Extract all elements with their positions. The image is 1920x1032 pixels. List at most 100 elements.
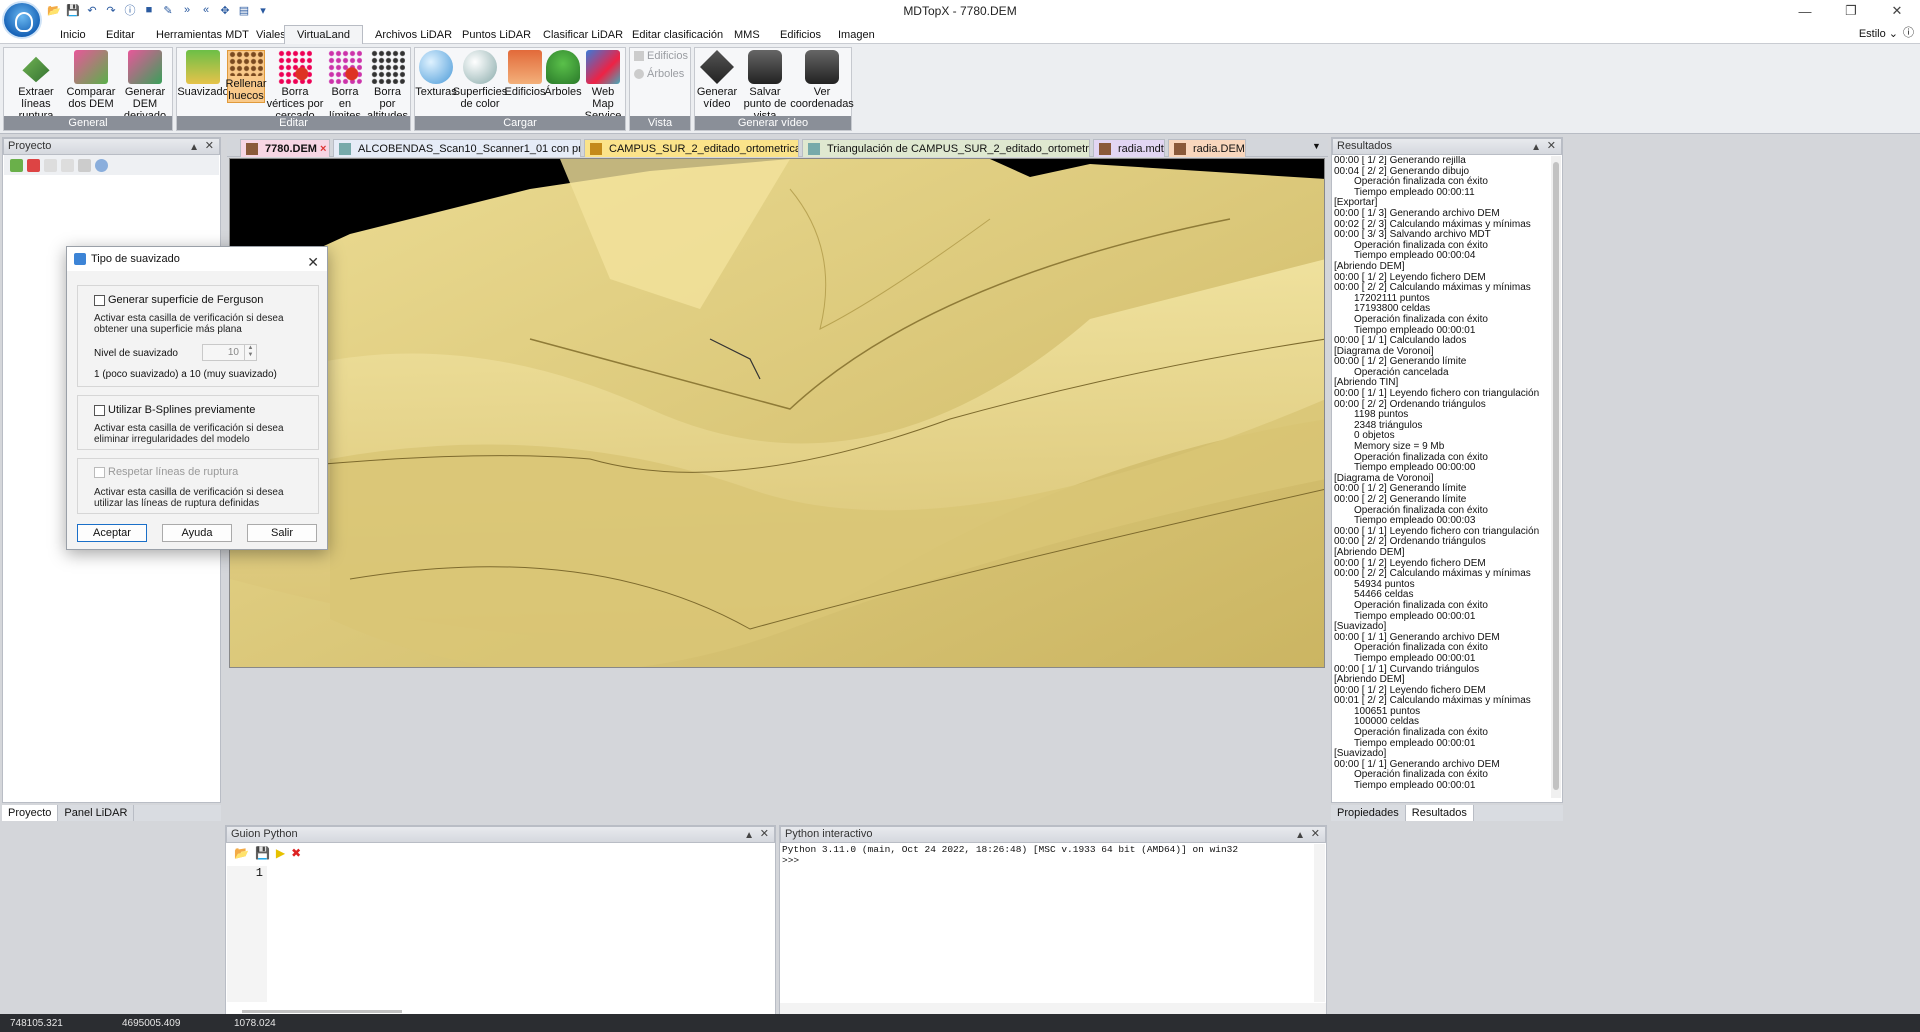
window-icon[interactable] <box>78 158 91 172</box>
left-bottom-tabs: Proyecto Panel LiDAR <box>2 805 221 821</box>
minimize-icon[interactable]: — <box>1782 0 1828 22</box>
tab-editar-clasificaci-n[interactable]: Editar clasificación <box>620 25 735 44</box>
open-folder-icon[interactable]: 📂 <box>234 846 249 860</box>
chevron-down-icon: ⌄ <box>1888 28 1898 40</box>
tab-resultados[interactable]: Resultados <box>1405 805 1474 821</box>
load-buildings-button[interactable]: Edificios <box>505 50 545 98</box>
results-scrollbar[interactable] <box>1551 156 1561 798</box>
tabs-dropdown-icon[interactable]: ▼ <box>1312 141 1321 151</box>
accept-button[interactable]: Aceptar <box>77 524 147 542</box>
tab-puntos-lidar[interactable]: Puntos LiDAR <box>450 25 543 44</box>
horizontal-scrollbar[interactable] <box>242 1010 402 1013</box>
save-icon[interactable]: 💾 <box>255 846 270 860</box>
group-label: Editar <box>177 116 410 130</box>
ferguson-checkbox[interactable] <box>94 295 105 306</box>
scroll-thumb[interactable] <box>1553 162 1559 790</box>
tab-editar[interactable]: Editar <box>94 25 147 44</box>
rupture-description: Activar esta casilla de verificación si … <box>94 487 284 509</box>
close-icon[interactable]: ✕ <box>1311 827 1320 842</box>
tab-proyecto[interactable]: Proyecto <box>2 805 59 821</box>
project-toolbar <box>4 155 219 175</box>
info-icon[interactable] <box>95 158 108 172</box>
line-number: 1 <box>255 866 263 880</box>
delete-by-altitude-button[interactable]: Borra por altitudes <box>365 50 410 122</box>
rupture-checkbox[interactable] <box>94 467 105 478</box>
document-tab[interactable]: radia.DEM <box>1168 139 1246 157</box>
document-tab-label: radia.DEM <box>1193 143 1245 155</box>
fill-holes-button[interactable]: Rellenar huecos <box>226 50 266 103</box>
bulb-icon[interactable] <box>44 158 57 172</box>
close-icon[interactable]: ✕ <box>205 139 214 154</box>
load-trees-button[interactable]: Árboles <box>544 50 582 98</box>
pin-icon[interactable]: ▲ <box>1295 828 1305 843</box>
script-editor[interactable] <box>268 866 773 1002</box>
pin-icon[interactable]: ▲ <box>1531 140 1541 155</box>
terrain-3d-view[interactable] <box>229 158 1325 668</box>
title-bar: 📂 💾 ↶ ↷ ⓘ ■ ✎» «✥ ▤ ▾ MDTopX - 7780.DEM — ❐ ✕ <box>0 0 1920 39</box>
delete-icon[interactable] <box>27 158 40 172</box>
wms-icon <box>586 50 620 84</box>
exit-button[interactable]: Salir <box>247 524 317 542</box>
smoothing-level-spinner[interactable]: 10 ▲ ▼ <box>202 344 257 361</box>
tab-inicio[interactable]: Inicio <box>48 25 98 44</box>
textures-button[interactable]: Texturas <box>415 50 457 98</box>
view-coordinates-button[interactable]: Ver coordenadas <box>790 50 854 110</box>
pin-icon[interactable]: ▲ <box>744 828 754 843</box>
generate-video-button[interactable]: Generar vídeo <box>697 50 737 110</box>
tab-edificios[interactable]: Edificios <box>768 25 833 44</box>
delete-limits-icon <box>328 50 362 84</box>
style-menu[interactable]: Estilo ⌄ <box>1859 27 1898 40</box>
log-line: Tiempo empleado 00:00:01 <box>1354 652 1476 664</box>
add-icon[interactable] <box>10 158 23 172</box>
close-icon[interactable]: ✕ <box>307 250 319 274</box>
view-buildings-button[interactable]: Edificios <box>634 50 690 62</box>
run-icon[interactable]: ▶ <box>276 846 285 860</box>
delete-in-limits-button[interactable]: Borra en límites <box>325 50 365 122</box>
ribbon-tab-bar: Inicio Editar Herramientas MDT Viales Virtua… <box>0 22 1920 44</box>
document-tab[interactable]: ALCOBENDAS_Scan10_Scanner1_01 con pnoa.M… <box>333 139 581 157</box>
results-panel-title: Resultados ▲ ✕ <box>1332 138 1562 155</box>
document-tab-label: Triangulación de CAMPUS_SUR_2_editado_or… <box>827 143 1089 155</box>
web-map-service-button[interactable]: Web Map Service <box>581 50 625 122</box>
tab-imagen[interactable]: Imagen <box>826 25 887 44</box>
refresh-icon[interactable] <box>61 158 74 172</box>
restore-icon[interactable]: ❐ <box>1828 0 1874 22</box>
app-logo-icon[interactable] <box>2 1 42 39</box>
view-trees-button[interactable]: Árboles <box>634 68 690 80</box>
close-tab-icon[interactable]: × <box>317 143 326 155</box>
ferguson-description: Activar esta casilla de verificación si … <box>94 313 284 335</box>
tab-propiedades[interactable]: Propiedades <box>1331 805 1406 821</box>
globe-icon <box>419 50 453 84</box>
group-label: Generar vídeo <box>695 116 851 130</box>
compare-dem-button[interactable]: Comparar dos DEM <box>65 50 117 110</box>
delete-altitude-icon <box>370 50 405 84</box>
bsplines-description: Activar esta casilla de verificación si … <box>94 423 284 445</box>
help-icon[interactable]: ⓘ <box>1903 24 1914 40</box>
pin-icon[interactable]: ▲ <box>189 140 199 155</box>
close-icon[interactable]: ✕ <box>1874 0 1920 22</box>
tab-panel-lidar[interactable]: Panel LiDAR <box>58 805 135 821</box>
document-tab[interactable]: CAMPUS_SUR_2_editado_ortometricas.LAS <box>584 139 799 157</box>
tab-virtualand[interactable]: VirtuaLand <box>284 25 364 44</box>
derived-dem-button[interactable]: Generar DEM derivado <box>117 50 173 122</box>
extract-breaklines-button[interactable]: Extraer líneas ruptura <box>7 50 65 122</box>
vertical-scrollbar[interactable] <box>1314 844 1325 1002</box>
tab-archivos-lidar[interactable]: Archivos LiDAR <box>363 25 464 44</box>
close-icon[interactable]: ✕ <box>1547 139 1556 154</box>
python-script-title: Guion Python ▲ ✕ <box>226 826 775 843</box>
python-console[interactable]: Python 3.11.0 (main, Oct 24 2022, 18:26:… <box>782 844 1312 866</box>
document-tab[interactable]: Triangulación de CAMPUS_SUR_2_editado_or… <box>802 139 1090 157</box>
color-surfaces-button[interactable]: Superficies de color <box>453 50 507 110</box>
document-tab[interactable]: radia.mdt <box>1093 139 1165 157</box>
save-viewpoint-button[interactable]: Salvar punto de vista <box>737 50 793 122</box>
bsplines-checkbox[interactable] <box>94 405 105 416</box>
help-button[interactable]: Ayuda <box>162 524 232 542</box>
close-icon[interactable]: ✕ <box>760 827 769 842</box>
tab-mms[interactable]: MMS <box>722 25 772 44</box>
document-tab-label: radia.mdt <box>1118 143 1164 155</box>
document-tab[interactable]: 7780.DEM × <box>240 139 330 157</box>
spinner-arrows[interactable]: ▲ ▼ <box>244 345 256 360</box>
stop-icon[interactable]: ✖ <box>291 846 301 860</box>
smoothing-button[interactable]: Suavizado <box>177 50 229 98</box>
delete-vertices-fence-button[interactable]: Borra vértices por cercado <box>265 50 325 122</box>
